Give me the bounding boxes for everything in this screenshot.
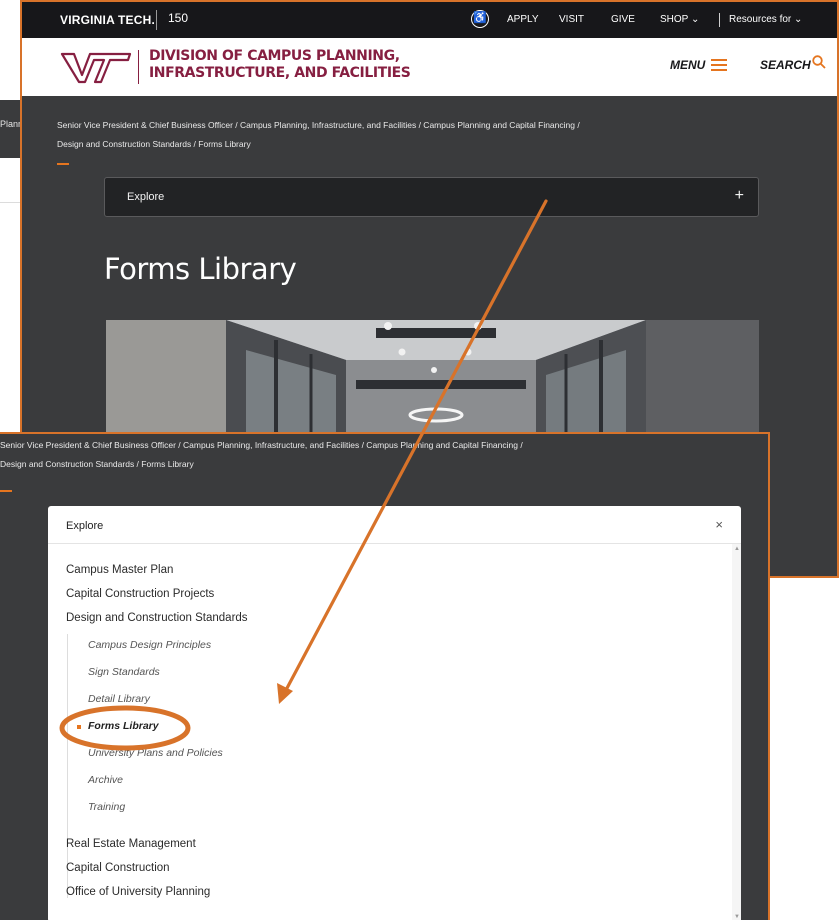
shop-link[interactable]: SHOP ⌄ <box>660 14 699 25</box>
search-button[interactable]: SEARCH <box>760 58 811 72</box>
visit-link[interactable]: VISIT <box>559 14 584 25</box>
current-page-indicator <box>77 725 81 729</box>
give-link[interactable]: GIVE <box>611 14 635 25</box>
chevron-down-icon: ⌄ <box>690 14 700 25</box>
divider <box>719 13 720 27</box>
submenu-item-detail-library[interactable]: Detail Library <box>88 693 150 705</box>
anniversary-mark: 150 <box>168 11 189 25</box>
breadcrumb-line[interactable]: Design and Construction Standards / Form… <box>57 135 817 154</box>
explore-menu-panel: Explore × Campus Master Plan Capital Con… <box>48 506 741 920</box>
submenu-item-training[interactable]: Training <box>88 801 125 813</box>
submenu-item-sign-standards[interactable]: Sign Standards <box>88 666 160 678</box>
explore-label: Explore <box>127 191 165 203</box>
breadcrumb-line[interactable]: Senior Vice President & Chief Business O… <box>0 436 760 455</box>
menu-item-capital-construction[interactable]: Capital Construction <box>66 862 170 874</box>
submenu-item-archive[interactable]: Archive <box>88 774 123 786</box>
submenu-item-university-plans-and-policies[interactable]: University Plans and Policies <box>88 747 223 759</box>
breadcrumb[interactable]: Senior Vice President & Chief Business O… <box>57 116 817 154</box>
accessibility-icon[interactable]: ♿ <box>471 10 489 28</box>
plus-icon[interactable]: + <box>735 187 744 205</box>
menu-item-campus-master-plan[interactable]: Campus Master Plan <box>66 564 173 576</box>
scroll-up-icon[interactable]: ▲ <box>734 546 740 552</box>
submenu-rail <box>67 634 68 898</box>
breadcrumb-line[interactable]: Senior Vice President & Chief Business O… <box>57 116 817 135</box>
resources-for-link[interactable]: Resources for ⌄ <box>729 14 802 25</box>
breadcrumb-line[interactable]: Design and Construction Standards / Form… <box>0 455 760 474</box>
page-title: Forms Library <box>104 252 297 286</box>
accent-dash <box>57 163 69 165</box>
explore-menu-header: Explore × <box>48 506 741 544</box>
explore-toggle[interactable]: Explore + <box>104 177 759 217</box>
divider <box>156 10 157 30</box>
menu-scrollbar[interactable]: ▲ ▼ <box>732 544 741 920</box>
university-topbar: VIRGINIA TECH. 150 ♿ APPLY VISIT GIVE SH… <box>22 2 837 38</box>
division-name[interactable]: DIVISION OF CAMPUS PLANNING, INFRASTRUCT… <box>149 48 411 82</box>
bottom-screenshot-window: Senior Vice President & Chief Business O… <box>0 432 770 920</box>
search-icon[interactable] <box>812 55 826 69</box>
submenu-item-campus-design-principles[interactable]: Campus Design Principles <box>88 639 211 651</box>
screenshot-stage: Planni VIRGINIA TECH. 150 ♿ APPLY VISIT … <box>0 0 839 920</box>
menu-item-capital-construction-projects[interactable]: Capital Construction Projects <box>66 588 214 600</box>
accent-dash <box>0 490 12 492</box>
menu-item-office-of-university-planning[interactable]: Office of University Planning <box>66 886 210 898</box>
vt-logo-icon[interactable] <box>60 48 132 84</box>
menu-item-real-estate-management[interactable]: Real Estate Management <box>66 838 196 850</box>
chevron-down-icon: ⌄ <box>794 14 803 25</box>
menu-item-design-and-construction-standards[interactable]: Design and Construction Standards <box>66 612 248 624</box>
hamburger-icon[interactable] <box>711 59 727 71</box>
explore-label: Explore <box>66 520 104 532</box>
scroll-down-icon[interactable]: ▼ <box>734 914 740 920</box>
submenu-item-forms-library[interactable]: Forms Library <box>88 720 159 732</box>
menu-button[interactable]: MENU <box>670 58 705 72</box>
site-header: DIVISION OF CAMPUS PLANNING, INFRASTRUCT… <box>22 38 837 96</box>
breadcrumb[interactable]: Senior Vice President & Chief Business O… <box>0 436 760 474</box>
divider <box>138 50 139 84</box>
virginia-tech-wordmark[interactable]: VIRGINIA TECH. <box>60 13 155 27</box>
apply-link[interactable]: APPLY <box>507 14 539 25</box>
close-icon[interactable]: × <box>715 517 723 532</box>
